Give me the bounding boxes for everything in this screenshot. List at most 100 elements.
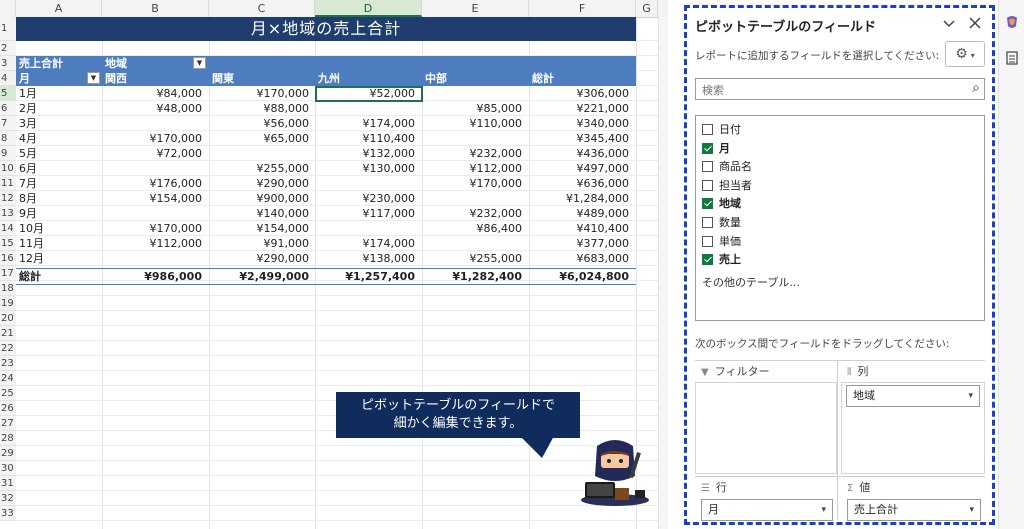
value-cell[interactable]: ¥497,000 xyxy=(529,161,630,176)
more-tables-link[interactable]: その他のテーブル... xyxy=(702,274,800,290)
month-label-cell[interactable]: 10月 xyxy=(19,221,99,236)
month-label-cell[interactable]: 9月 xyxy=(19,206,99,221)
value-cell[interactable]: ¥174,000 xyxy=(315,236,416,251)
value-cell[interactable]: ¥112,000 xyxy=(422,161,523,176)
row-header[interactable]: 9 xyxy=(0,146,16,161)
value-cell[interactable] xyxy=(422,131,522,146)
value-cell[interactable]: ¥436,000 xyxy=(529,146,630,161)
row-header[interactable]: 31 xyxy=(0,476,16,491)
field-checkbox[interactable] xyxy=(702,217,713,228)
filters-drop-area[interactable] xyxy=(695,382,837,474)
row-header[interactable]: 14 xyxy=(0,221,16,236)
row-header[interactable]: 25 xyxy=(0,386,16,401)
value-cell[interactable]: ¥306,000 xyxy=(529,86,630,101)
field-item[interactable]: 日付 xyxy=(702,121,741,139)
grand-total-value-cell[interactable]: ¥1,282,400 xyxy=(422,269,522,284)
row-header[interactable]: 23 xyxy=(0,356,16,371)
value-cell[interactable]: ¥48,000 xyxy=(102,101,203,116)
value-cell[interactable] xyxy=(102,116,202,131)
value-cell[interactable]: ¥91,000 xyxy=(209,236,310,251)
field-checkbox[interactable] xyxy=(702,179,713,191)
row-header[interactable]: 18 xyxy=(0,281,16,296)
value-cell[interactable]: ¥176,000 xyxy=(102,176,203,191)
value-cell[interactable]: ¥377,000 xyxy=(529,236,630,251)
chevron-down-icon[interactable]: ▾ xyxy=(968,386,973,406)
value-cell[interactable]: ¥900,000 xyxy=(209,191,310,206)
value-cell[interactable]: ¥85,000 xyxy=(422,101,523,116)
grand-total-value-cell[interactable]: ¥986,000 xyxy=(102,269,202,284)
value-cell[interactable]: ¥345,400 xyxy=(529,131,630,146)
value-cell[interactable]: ¥232,000 xyxy=(422,146,523,161)
value-cell[interactable]: ¥340,000 xyxy=(529,116,630,131)
month-label-cell[interactable]: 8月 xyxy=(19,191,99,206)
value-cell[interactable]: ¥154,000 xyxy=(102,191,203,206)
value-cell[interactable] xyxy=(209,146,309,161)
value-cell[interactable]: ¥117,000 xyxy=(315,206,416,221)
value-cell[interactable]: ¥140,000 xyxy=(209,206,310,221)
row-filter-dropdown-icon[interactable]: ▼ xyxy=(87,72,100,84)
grand-total-label-cell[interactable]: 総計 xyxy=(19,269,99,284)
column-filter-dropdown-icon[interactable]: ▼ xyxy=(193,57,206,69)
row-header[interactable]: 29 xyxy=(0,446,16,461)
spreadsheet-grid[interactable]: A B C D E F G 1 2 3 4 5 6 7 8 9 10 11 12 13 14 15 16 17 1… xyxy=(0,0,668,529)
chevron-down-icon[interactable] xyxy=(941,16,957,32)
month-label-cell[interactable]: 7月 xyxy=(19,176,99,191)
value-cell[interactable] xyxy=(102,161,202,176)
value-cell[interactable]: ¥174,000 xyxy=(315,116,416,131)
row-header[interactable]: 2 xyxy=(0,41,16,56)
row-header[interactable]: 32 xyxy=(0,491,16,506)
month-label-cell[interactable]: 5月 xyxy=(19,146,99,161)
row-header[interactable]: 6 xyxy=(0,101,16,116)
field-item[interactable]: 地域 xyxy=(702,195,741,213)
row-header[interactable]: 13 xyxy=(0,206,16,221)
value-cell[interactable]: ¥230,000 xyxy=(315,191,416,206)
value-cell[interactable]: ¥232,000 xyxy=(422,206,523,221)
close-icon[interactable] xyxy=(967,16,983,32)
row-header[interactable]: 5 xyxy=(0,86,16,101)
sheet-view-icon[interactable] xyxy=(1004,50,1020,66)
month-label-cell[interactable]: 11月 xyxy=(19,236,99,251)
value-cell[interactable]: ¥1,284,000 xyxy=(529,191,629,206)
row-header[interactable]: 20 xyxy=(0,311,16,326)
row-header[interactable]: 21 xyxy=(0,326,16,341)
field-item[interactable]: 月 xyxy=(702,140,730,158)
field-item[interactable]: 数量 xyxy=(702,214,741,232)
month-label-cell[interactable]: 2月 xyxy=(19,101,99,116)
value-cell[interactable]: ¥255,000 xyxy=(422,251,523,266)
rows-field-pill[interactable]: 月 ▾ xyxy=(701,499,833,521)
column-header[interactable]: F xyxy=(529,0,636,17)
value-cell[interactable]: ¥290,000 xyxy=(209,176,310,191)
value-cell[interactable]: ¥410,400 xyxy=(529,221,630,236)
column-header[interactable]: G xyxy=(636,0,658,17)
value-cell[interactable]: ¥221,000 xyxy=(529,101,630,116)
field-item[interactable]: 担当者 xyxy=(702,177,752,195)
field-checkbox[interactable] xyxy=(702,198,713,210)
field-checkbox[interactable] xyxy=(702,161,713,173)
grand-total-value-cell[interactable]: ¥2,499,000 xyxy=(209,269,309,284)
value-cell[interactable]: ¥86,400 xyxy=(422,221,523,236)
field-checkbox[interactable] xyxy=(702,254,713,266)
value-cell[interactable] xyxy=(102,206,202,221)
row-header[interactable]: 28 xyxy=(0,431,16,446)
value-cell[interactable]: ¥112,000 xyxy=(102,236,203,251)
row-header[interactable]: 33 xyxy=(0,506,16,521)
row-header[interactable]: 26 xyxy=(0,401,16,416)
field-item[interactable]: 売上 xyxy=(702,251,741,269)
value-cell[interactable] xyxy=(315,101,415,116)
grand-total-value-cell[interactable]: ¥6,024,800 xyxy=(529,269,629,284)
value-cell[interactable]: ¥170,000 xyxy=(102,131,203,146)
field-checkbox[interactable] xyxy=(702,142,713,154)
value-cell[interactable] xyxy=(422,191,522,206)
value-cell[interactable]: ¥255,000 xyxy=(209,161,310,176)
value-cell[interactable]: ¥170,000 xyxy=(422,176,523,191)
month-label-cell[interactable]: 12月 xyxy=(19,251,99,266)
vertical-scrollbar[interactable] xyxy=(658,17,668,529)
value-cell[interactable]: ¥56,000 xyxy=(209,116,310,131)
row-header[interactable]: 11 xyxy=(0,176,16,191)
row-header[interactable]: 8 xyxy=(0,131,16,146)
row-header[interactable]: 16 xyxy=(0,251,16,266)
value-cell[interactable]: ¥683,000 xyxy=(529,251,630,266)
row-header[interactable]: 4 xyxy=(0,71,16,86)
row-header[interactable]: 7 xyxy=(0,116,16,131)
columns-drop-area[interactable]: 地域 ▾ xyxy=(841,382,985,474)
